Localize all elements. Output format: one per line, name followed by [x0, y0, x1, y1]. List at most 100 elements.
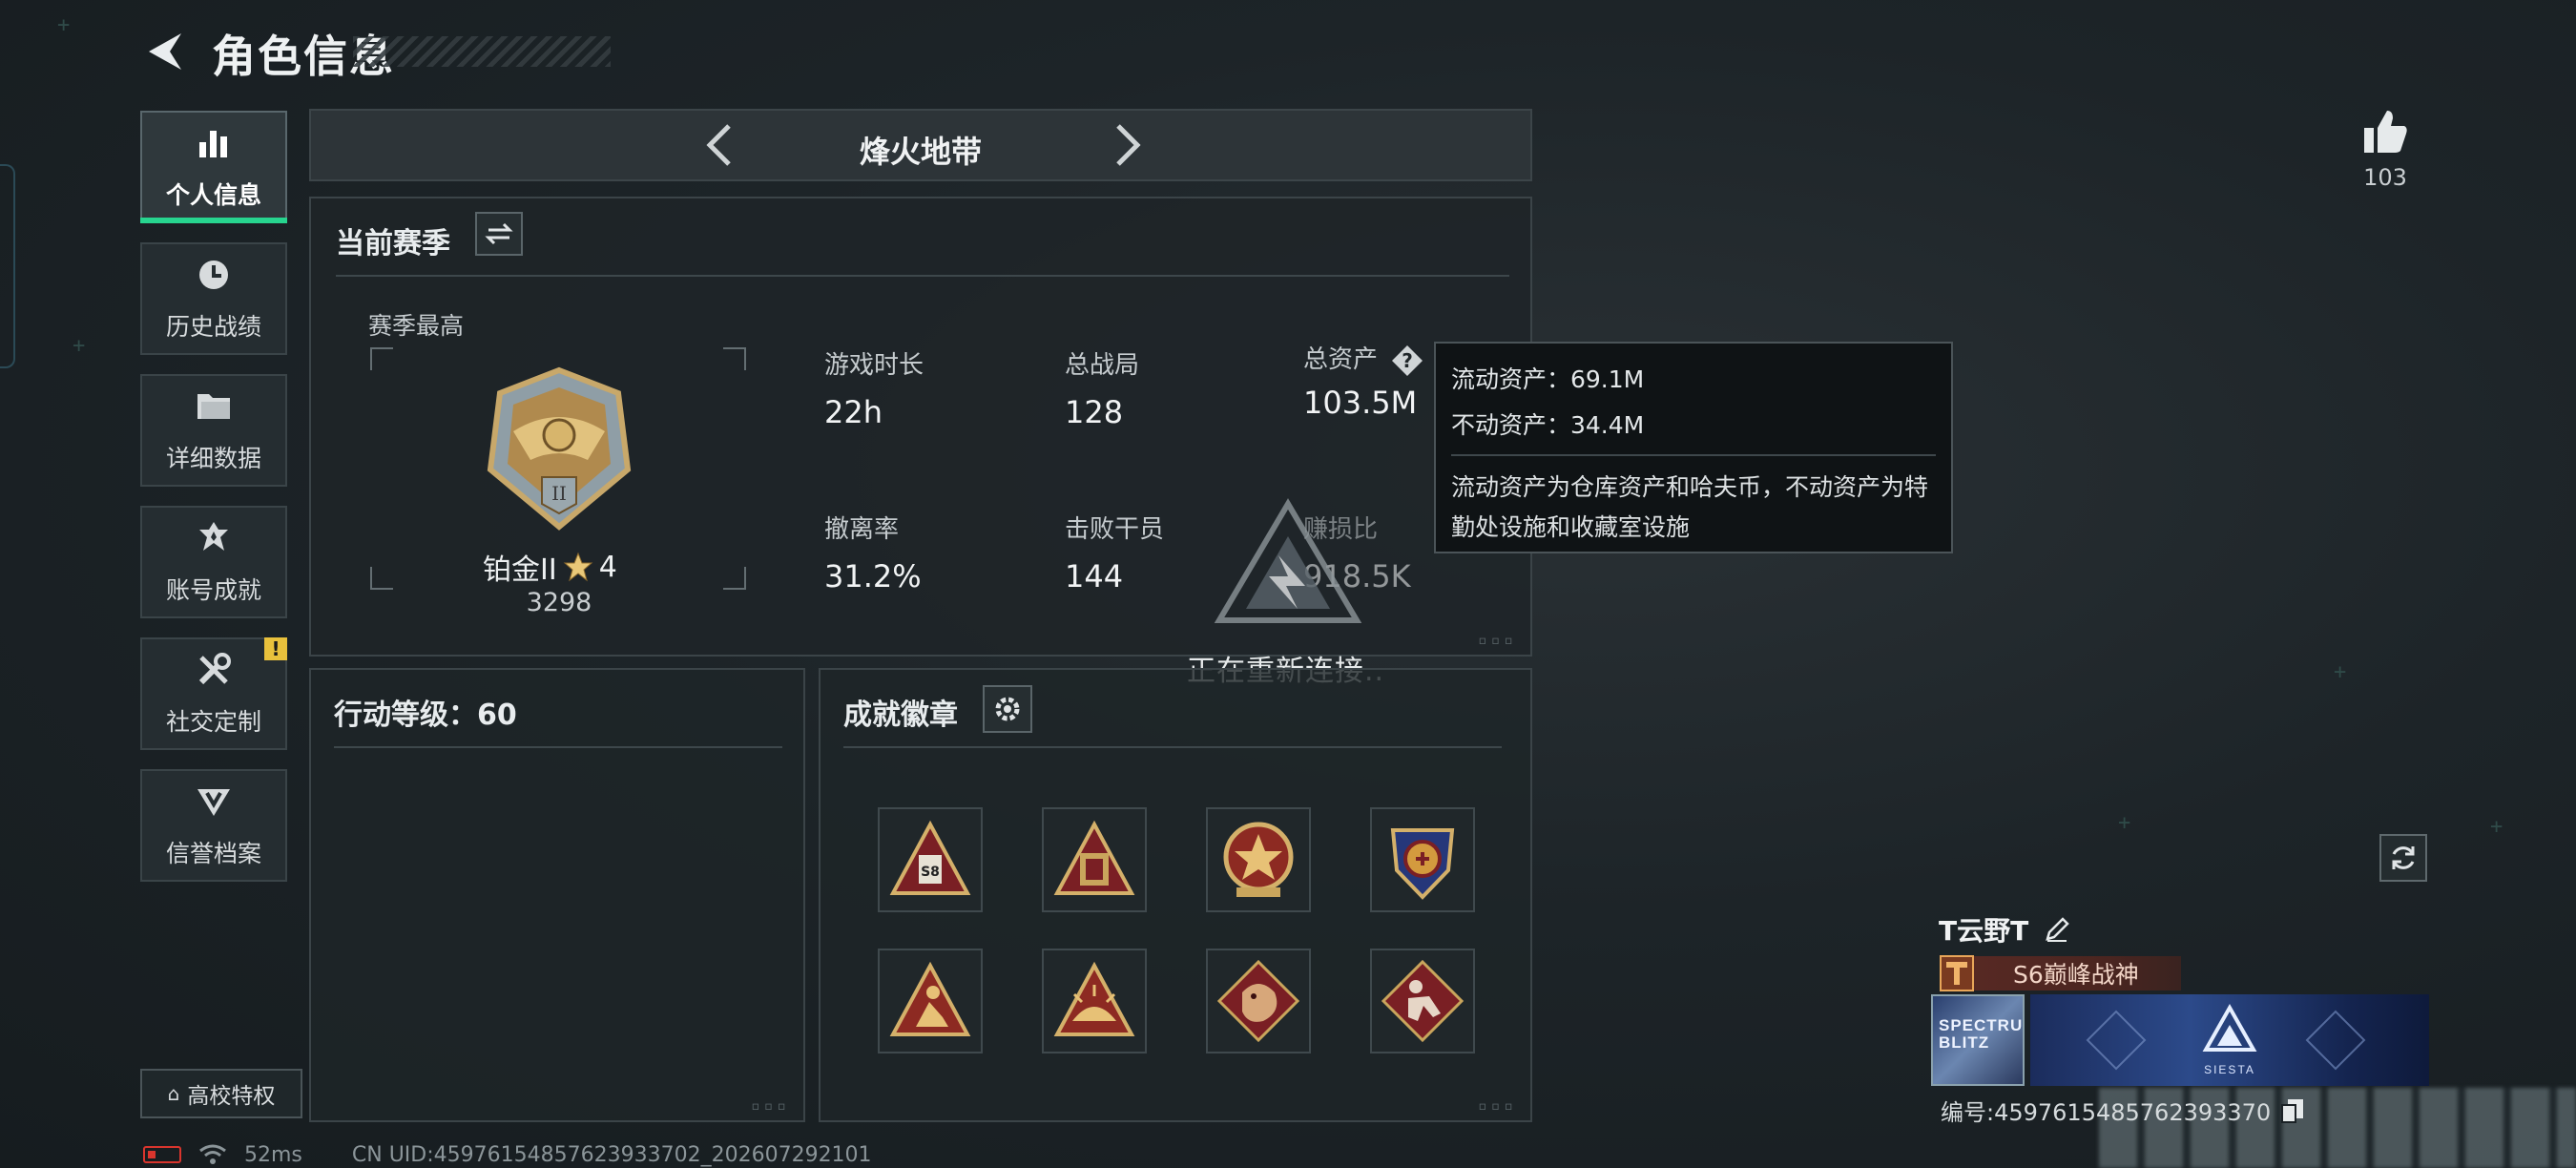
star-icon	[563, 552, 593, 582]
player-id-text: 编号:4597615485762393370	[1941, 1099, 2272, 1126]
assets-tooltip: 流动资产：69.1M 不动资产：34.4M 流动资产为仓库资产和哈夫币，不动资产…	[1434, 342, 1953, 553]
folder-icon	[194, 386, 234, 430]
player-name-text: T云野T	[1939, 915, 2029, 947]
back-arrow-icon[interactable]	[143, 30, 187, 77]
badge-slot[interactable]: S8	[878, 807, 983, 912]
sidebar-item-history[interactable]: 历史战绩	[140, 242, 287, 355]
history-clock-icon	[194, 255, 234, 299]
title-badge-text: S6巅峰战神	[2013, 961, 2139, 989]
sunrise-triangle-badge-icon	[1053, 961, 1135, 1036]
stat-label-text: 总资产	[1303, 345, 1379, 374]
frame-corner	[723, 567, 746, 590]
season-switch-button[interactable]	[475, 212, 523, 256]
sidebar-item-detail-data[interactable]: 详细数据	[140, 374, 287, 487]
sidebar: 个人信息 历史战绩 详细数据 账号成就 ! 社交定制 信誉档案	[140, 111, 291, 901]
mode-name: 烽火地带	[859, 134, 982, 170]
badge-slot[interactable]	[1370, 949, 1475, 1053]
sidebar-item-social[interactable]: ! 社交定制	[140, 637, 287, 750]
card-thumb-text: SPECTRUM BLITZ	[1939, 1016, 2024, 1052]
edge-tab	[0, 164, 15, 368]
rank-name: 铂金II 4	[483, 546, 617, 588]
svg-text:S8: S8	[921, 865, 940, 880]
player-name: T云野T	[1939, 910, 2070, 949]
warning-badge: !	[264, 637, 287, 660]
refresh-icon	[2392, 846, 2415, 869]
stat-kills: 击败干员 144	[1065, 510, 1164, 594]
reconnect-logo-icon	[1214, 498, 1362, 623]
grid-mark: +	[2334, 660, 2347, 684]
sidebar-item-label: 社交定制	[165, 708, 261, 736]
stat-play-time: 游戏时长 22h	[824, 345, 924, 430]
dragon-diamond-badge-icon	[1216, 959, 1300, 1043]
campus-privilege-button[interactable]: ⌂ 高校特权	[140, 1069, 302, 1118]
like-group[interactable]: 103	[2357, 105, 2414, 191]
battery-icon	[143, 1146, 181, 1163]
badge-settings-button[interactable]	[983, 685, 1032, 733]
tools-icon	[194, 650, 234, 694]
status-bar: 52ms CN UID:45976154857623933702_2026072…	[143, 1141, 872, 1168]
rank-tier: 铂金II	[483, 553, 557, 587]
refresh-button[interactable]	[2379, 834, 2427, 882]
badge-slot[interactable]	[1042, 807, 1147, 912]
sidebar-item-label: 个人信息	[165, 181, 261, 209]
level-title: 行动等级：60	[334, 699, 517, 732]
like-count: 103	[2363, 164, 2407, 191]
badges-title: 成就徽章	[843, 699, 958, 732]
credit-shield-icon	[194, 782, 234, 825]
runner-triangle-badge-icon	[889, 961, 971, 1036]
sidebar-item-achievements[interactable]: 账号成就	[140, 506, 287, 618]
bar-chart-icon	[194, 123, 234, 167]
sidebar-item-label: 历史战绩	[165, 313, 261, 341]
campus-icon: ⌂	[167, 1082, 180, 1105]
tooltip-divider	[1451, 454, 1936, 456]
assets-description: 流动资产为仓库资产和哈夫币，不动资产为特勤处设施和收藏室设施	[1451, 473, 1929, 541]
card-thumbnail[interactable]: SPECTRUM BLITZ	[1931, 994, 2025, 1086]
chevron-right-icon[interactable]	[1101, 120, 1151, 170]
grid-mark: +	[2490, 815, 2503, 839]
swap-icon	[485, 222, 513, 245]
help-icon[interactable]: ?	[1391, 344, 1423, 377]
badge-slot[interactable]	[1206, 807, 1311, 912]
stat-total-matches: 总战局 128	[1065, 345, 1139, 430]
frame-corner	[370, 347, 393, 370]
star-medal-badge-icon	[1223, 822, 1294, 897]
badge-slot[interactable]	[1206, 949, 1311, 1053]
copy-icon[interactable]	[2280, 1097, 2305, 1124]
title-badge: S6巅峰战神	[1940, 955, 2181, 991]
sidebar-item-credit[interactable]: 信誉档案	[140, 769, 287, 882]
title-emblem-icon	[1940, 955, 1974, 991]
sidebar-item-personal-info[interactable]: 个人信息	[140, 111, 287, 223]
svg-text:?: ?	[1402, 349, 1413, 372]
svg-text:II: II	[551, 482, 567, 505]
runner-diamond-badge-icon	[1381, 959, 1465, 1043]
panel-corner-decoration: ▫▫▫	[751, 1096, 790, 1115]
stat-value: 128	[1065, 394, 1124, 430]
blue-crest-badge-icon	[1390, 828, 1455, 900]
stat-extract-rate: 撤离率 31.2%	[824, 510, 922, 594]
ping-value: 52ms	[244, 1142, 302, 1167]
stat-label: 游戏时长	[824, 351, 924, 380]
stat-label: 总战局	[1065, 351, 1140, 380]
stat-label: 撤离率	[824, 515, 900, 544]
stat-total-assets: 总资产 ? 103.5M	[1303, 340, 1423, 421]
divider	[336, 275, 1509, 277]
stat-label: 总资产 ?	[1303, 340, 1423, 377]
thumbs-up-icon[interactable]	[2358, 105, 2412, 158]
stat-value: 22h	[824, 394, 883, 430]
grid-mark: +	[2118, 811, 2131, 835]
card-banner: SIESTA	[2030, 994, 2429, 1086]
badge-slot[interactable]	[1370, 807, 1475, 912]
grid-mark: +	[57, 13, 71, 37]
liquid-assets: 流动资产：69.1M	[1451, 365, 1645, 393]
season-title: 当前赛季	[336, 227, 450, 261]
rank-stars: 4	[598, 550, 617, 584]
edit-pencil-icon[interactable]	[2044, 916, 2070, 943]
stat-value: 103.5M	[1303, 384, 1418, 421]
badge-slot[interactable]	[878, 949, 983, 1053]
badge-slot[interactable]	[1042, 949, 1147, 1053]
gold-triangle-badge-icon	[1053, 820, 1135, 895]
divider	[334, 746, 782, 748]
stat-label: 击败干员	[1065, 515, 1165, 544]
client-uid: CN UID:45976154857623933702_202607292101	[351, 1142, 872, 1167]
season-high-label: 赛季最高	[368, 312, 465, 340]
